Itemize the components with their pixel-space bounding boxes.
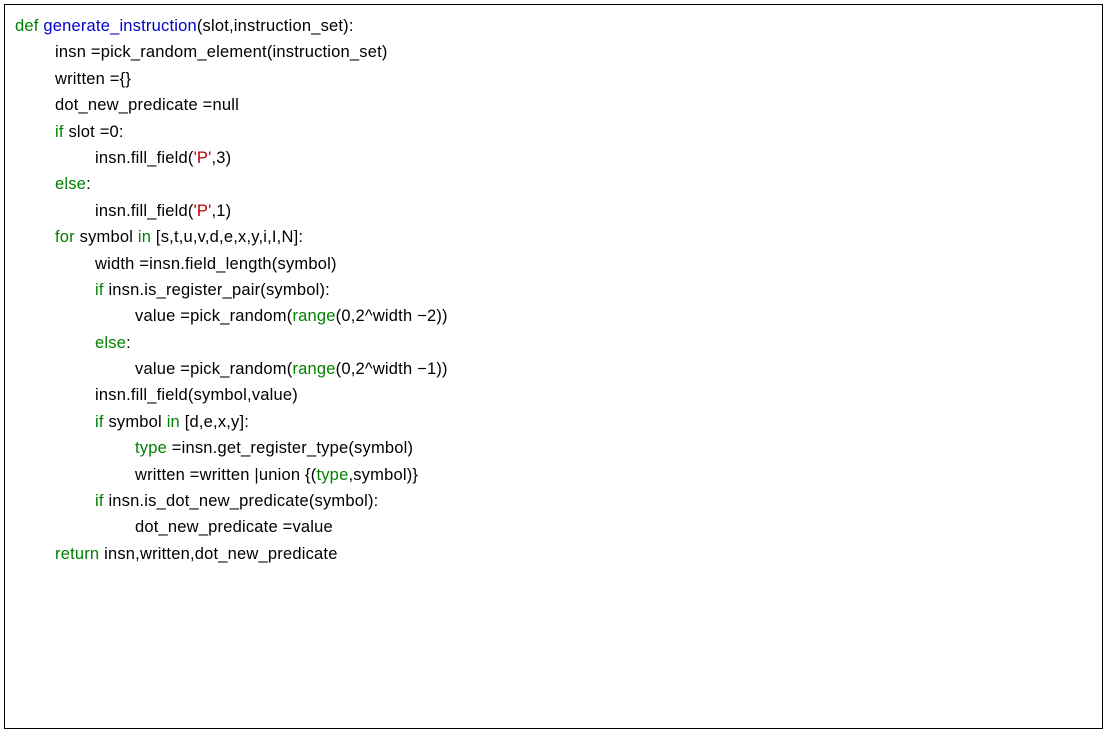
code-line: insn.fill_field(symbol,value)	[15, 382, 1092, 408]
code-line: insn.fill_field('P',1)	[15, 198, 1092, 224]
code-line: value =pick_random(range(0,2^width −2))	[15, 303, 1092, 329]
code-token: else	[95, 334, 126, 352]
code-token: [d,e,x,y]:	[185, 413, 249, 431]
code-token: return	[55, 545, 104, 563]
code-token: else	[55, 175, 86, 193]
code-token: value =pick_random(	[135, 307, 292, 325]
code-token: range	[292, 307, 335, 325]
code-token: insn.is_dot_new_predicate(symbol):	[108, 492, 378, 510]
code-token: dot_new_predicate =null	[55, 96, 239, 114]
code-line: width =insn.field_length(symbol)	[15, 251, 1092, 277]
code-line: if slot =0:	[15, 119, 1092, 145]
code-line: insn =pick_random_element(instruction_se…	[15, 39, 1092, 65]
code-line: written =written |union {(type,symbol)}	[15, 462, 1092, 488]
code-line: insn.fill_field('P',3)	[15, 145, 1092, 171]
code-line: return insn,written,dot_new_predicate	[15, 541, 1092, 567]
code-line: else:	[15, 330, 1092, 356]
code-token: ,symbol)}	[348, 466, 418, 484]
code-line: def generate_instruction(slot,instructio…	[15, 13, 1092, 39]
code-token: if	[95, 413, 108, 431]
code-token: insn,written,dot_new_predicate	[104, 545, 337, 563]
code-token: symbol	[108, 413, 166, 431]
code-token: (slot,instruction_set):	[197, 17, 354, 35]
code-line: written ={}	[15, 66, 1092, 92]
code-token: type	[135, 439, 172, 457]
code-token: range	[292, 360, 335, 378]
code-token: (0,2^width −1))	[336, 360, 448, 378]
code-token: width =insn.field_length(symbol)	[95, 255, 337, 273]
code-token: slot =0:	[68, 123, 123, 141]
code-token: type	[316, 466, 348, 484]
code-token: dot_new_predicate =value	[135, 518, 333, 536]
code-token: if	[95, 492, 108, 510]
code-line: dot_new_predicate =value	[15, 514, 1092, 540]
code-token: insn.fill_field(	[95, 149, 194, 167]
code-token: if	[95, 281, 108, 299]
code-token: ,3)	[211, 149, 231, 167]
code-token: in	[167, 413, 185, 431]
code-token: 'P'	[194, 149, 212, 167]
code-token: ,1)	[211, 202, 231, 220]
code-token: [s,t,u,v,d,e,x,y,i,I,N]:	[156, 228, 303, 246]
code-line: dot_new_predicate =null	[15, 92, 1092, 118]
code-token: symbol	[80, 228, 138, 246]
code-token: def	[15, 17, 43, 35]
code-token: written ={}	[55, 70, 131, 88]
code-token: insn.is_register_pair(symbol):	[108, 281, 330, 299]
code-block: def generate_instruction(slot,instructio…	[4, 4, 1103, 729]
code-token: insn =pick_random_element(instruction_se…	[55, 43, 388, 61]
code-token: 'P'	[194, 202, 212, 220]
code-line: if symbol in [d,e,x,y]:	[15, 409, 1092, 435]
code-token: (0,2^width −2))	[336, 307, 448, 325]
code-line: if insn.is_dot_new_predicate(symbol):	[15, 488, 1092, 514]
code-token: value =pick_random(	[135, 360, 292, 378]
code-token: in	[138, 228, 156, 246]
code-token: insn.fill_field(	[95, 202, 194, 220]
code-line: else:	[15, 171, 1092, 197]
code-line: for symbol in [s,t,u,v,d,e,x,y,i,I,N]:	[15, 224, 1092, 250]
code-line: if insn.is_register_pair(symbol):	[15, 277, 1092, 303]
code-token: written =written |union {(	[135, 466, 316, 484]
code-line: value =pick_random(range(0,2^width −1))	[15, 356, 1092, 382]
code-token: if	[55, 123, 68, 141]
code-token: for	[55, 228, 80, 246]
code-token: insn.fill_field(symbol,value)	[95, 386, 298, 404]
code-line: type =insn.get_register_type(symbol)	[15, 435, 1092, 461]
code-token: generate_instruction	[43, 17, 197, 35]
code-token: :	[126, 334, 131, 352]
code-token: =insn.get_register_type(symbol)	[172, 439, 413, 457]
code-token: :	[86, 175, 91, 193]
